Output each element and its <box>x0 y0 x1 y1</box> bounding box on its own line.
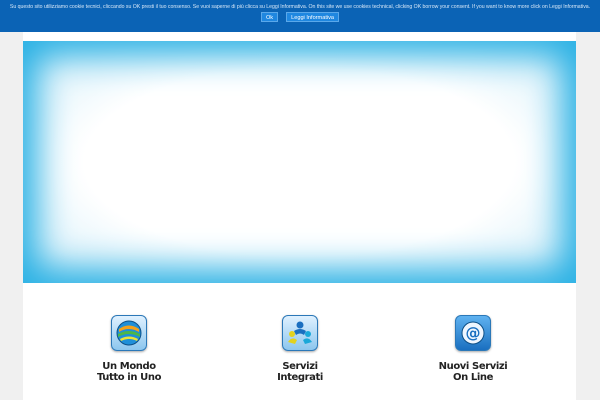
feature-title-line1: Un Mondo <box>102 361 156 372</box>
feature-title: Servizi Integrati <box>230 361 370 383</box>
cookie-buttons: Ok Leggi Informativa <box>0 12 600 22</box>
feature-title-line2: Integrati <box>277 372 323 383</box>
globe-icon[interactable] <box>111 315 147 351</box>
feature-nuovi-servizi[interactable]: @ Nuovi Servizi On Line <box>403 315 543 383</box>
feature-servizi-integrati[interactable]: Servizi Integrati <box>230 315 370 383</box>
feature-title-line2: Tutto in Uno <box>96 372 162 383</box>
page-content: Un Mondo Tutto in Uno Servizi Integrati … <box>23 32 576 400</box>
cookie-message: Su questo sito utilizziamo cookie tecnic… <box>9 4 591 10</box>
feature-title-line2: On Line <box>452 372 493 383</box>
people-icon[interactable] <box>282 315 318 351</box>
cookie-info-button[interactable]: Leggi Informativa <box>286 12 340 22</box>
feature-title-line1: Servizi <box>282 361 318 372</box>
feature-title: Nuovi Servizi On Line <box>403 361 543 383</box>
svg-text:@: @ <box>466 324 481 342</box>
feature-un-mondo[interactable]: Un Mondo Tutto in Uno <box>59 315 199 383</box>
at-sign-icon[interactable]: @ <box>455 315 491 351</box>
feature-title: Un Mondo Tutto in Uno <box>59 361 199 383</box>
cookie-ok-button[interactable]: Ok <box>260 12 279 22</box>
cookie-consent-bar: Su questo sito utilizziamo cookie tecnic… <box>0 0 600 32</box>
feature-title-line1: Nuovi Servizi <box>438 361 508 372</box>
hero-banner <box>23 41 576 283</box>
